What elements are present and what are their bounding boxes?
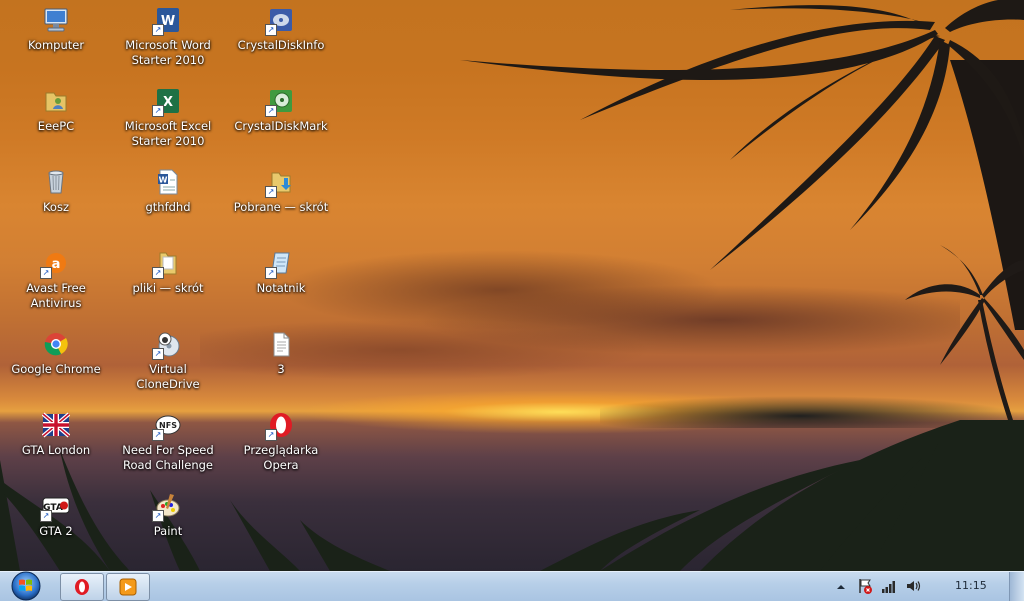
desktop-icon-chrome[interactable]: Google Chrome [2,330,110,377]
word-icon: W ↗ [152,6,182,36]
crystaldiskmark-icon: ↗ [265,87,295,117]
desktop-icon-avast[interactable]: a ↗ Avast Free Antivirus [2,249,110,311]
shortcut-arrow-icon: ↗ [152,348,164,360]
desktop-icon-label: Avast Free Antivirus [26,281,86,310]
shortcut-arrow-icon: ↗ [40,510,52,522]
desktop-icon-pobrane[interactable]: ↗ Pobrane — skrót [227,168,335,215]
shortcut-arrow-icon: ↗ [265,429,277,441]
desktop-icon-paint[interactable]: ↗ Paint [114,492,222,539]
nfs-icon: NFS ↗ [152,411,182,441]
shortcut-arrow-icon: ↗ [152,267,164,279]
desktop-icon-virtual-clonedrive[interactable]: ↗ Virtual CloneDrive [114,330,222,392]
excel-icon: X ↗ [152,87,182,117]
desktop-icon-label: Przeglądarka Opera [243,443,319,472]
media-player-icon [119,578,137,596]
shortcut-arrow-icon: ↗ [265,267,277,279]
shortcut-arrow-icon: ↗ [265,186,277,198]
svg-text:a: a [52,257,61,272]
desktop-icon-crystaldiskmark[interactable]: ↗ CrystalDiskMark [227,87,335,134]
desktop-icon-pliki[interactable]: ↗ pliki — skrót [114,249,222,296]
desktop-icon-crystaldiskinfo[interactable]: ↗ CrystalDiskInfo [227,6,335,53]
desktop-icon-gta-london[interactable]: GTA London [2,411,110,458]
desktop-icon-opera[interactable]: ↗ Przeglądarka Opera [227,411,335,473]
folder-shortcut-icon: ↗ [152,249,182,279]
gta2-icon: GTA ↗ [40,492,70,522]
opera-icon: ↗ [265,411,295,441]
shortcut-arrow-icon: ↗ [265,105,277,117]
desktop-icon-label: 3 [277,362,285,376]
shortcut-arrow-icon: ↗ [152,510,164,522]
start-button[interactable] [6,571,46,601]
recycle-bin-icon [42,168,70,196]
show-desktop-button[interactable] [1009,572,1024,601]
tray-action-center[interactable] [856,577,874,595]
desktop-icon-label: Virtual CloneDrive [136,362,200,391]
wifi-signal-icon [882,581,895,593]
avast-icon: a ↗ [40,249,70,279]
downloads-folder-icon: ↗ [265,168,295,198]
word-document-icon: W [154,168,182,196]
shortcut-arrow-icon: ↗ [152,429,164,441]
svg-text:X: X [163,95,173,110]
computer-icon [42,6,70,34]
desktop-icon-word[interactable]: W ↗ Microsoft Word Starter 2010 [114,6,222,68]
windows-orb-icon [11,571,41,601]
desktop-icon-eeepc[interactable]: EeePC [2,87,110,134]
paint-icon: ↗ [152,492,182,522]
desktop-icon-gta2[interactable]: GTA ↗ GTA 2 [2,492,110,539]
desktop-wallpaper: Komputer EeePC Kosz a ↗ Avast Free Antiv… [0,0,1024,571]
desktop-icon-label: Microsoft Word Starter 2010 [125,38,211,67]
desktop-icon-excel[interactable]: X ↗ Microsoft Excel Starter 2010 [114,87,222,149]
union-jack-icon [41,411,71,439]
taskbar-media-player-button[interactable] [106,573,150,601]
desktop-icon-label: Microsoft Excel Starter 2010 [124,119,212,148]
desktop-icon-label: EeePC [37,119,75,133]
user-folder-icon [42,87,70,115]
chevron-up-icon [837,585,845,589]
desktop-icon-label: Komputer [27,38,85,52]
desktop-icon-komputer[interactable]: Komputer [2,6,110,53]
chrome-icon [42,330,70,358]
desktop-icon-label: GTA London [21,443,91,457]
crystaldiskinfo-icon: ↗ [265,6,295,36]
tray-show-hidden-icons[interactable] [834,579,848,593]
tray-clock[interactable]: 11:15 [944,572,994,601]
desktop-icon-label: Need For Speed Road Challenge [122,443,214,472]
text-file-icon [267,330,295,358]
desktop-icon-label: pliki — skrót [132,281,204,295]
taskbar: 11:15 [0,571,1024,601]
desktop-icon-label: GTA 2 [39,524,73,538]
taskbar-opera-button[interactable] [60,573,104,601]
tray-volume[interactable] [904,577,922,595]
desktop-icon-label: CrystalDiskMark [234,119,328,133]
desktop-icon-gthfdhd[interactable]: W gthfdhd [114,168,222,215]
wallpaper-shore [600,388,1024,428]
desktop-icon-label: CrystalDiskInfo [237,38,325,52]
desktop-icon-notatnik[interactable]: ↗ Notatnik [227,249,335,296]
speaker-icon [907,581,921,591]
tray-network[interactable] [880,577,898,595]
desktop-icon-label: Paint [153,524,183,538]
flag-icon [859,579,872,594]
desktop-icon-label: Google Chrome [11,362,101,376]
shortcut-arrow-icon: ↗ [152,105,164,117]
shortcut-arrow-icon: ↗ [152,24,164,36]
opera-icon [75,579,89,595]
shortcut-arrow-icon: ↗ [265,24,277,36]
desktop-icon-label: Kosz [42,200,70,214]
desktop-icon-label: Pobrane — skrót [233,200,329,214]
clock-time: 11:15 [955,579,987,592]
desktop-icon-label: gthfdhd [145,200,191,214]
desktop-icon-label: Notatnik [256,281,306,295]
shortcut-arrow-icon: ↗ [40,267,52,279]
desktop-icon-3[interactable]: 3 [227,330,335,377]
sheep-disc-icon: ↗ [152,330,182,360]
desktop-icon-kosz[interactable]: Kosz [2,168,110,215]
desktop-icon-need-for-speed[interactable]: NFS ↗ Need For Speed Road Challenge [114,411,222,473]
svg-text:W: W [159,176,168,185]
notepad-icon: ↗ [265,249,295,279]
